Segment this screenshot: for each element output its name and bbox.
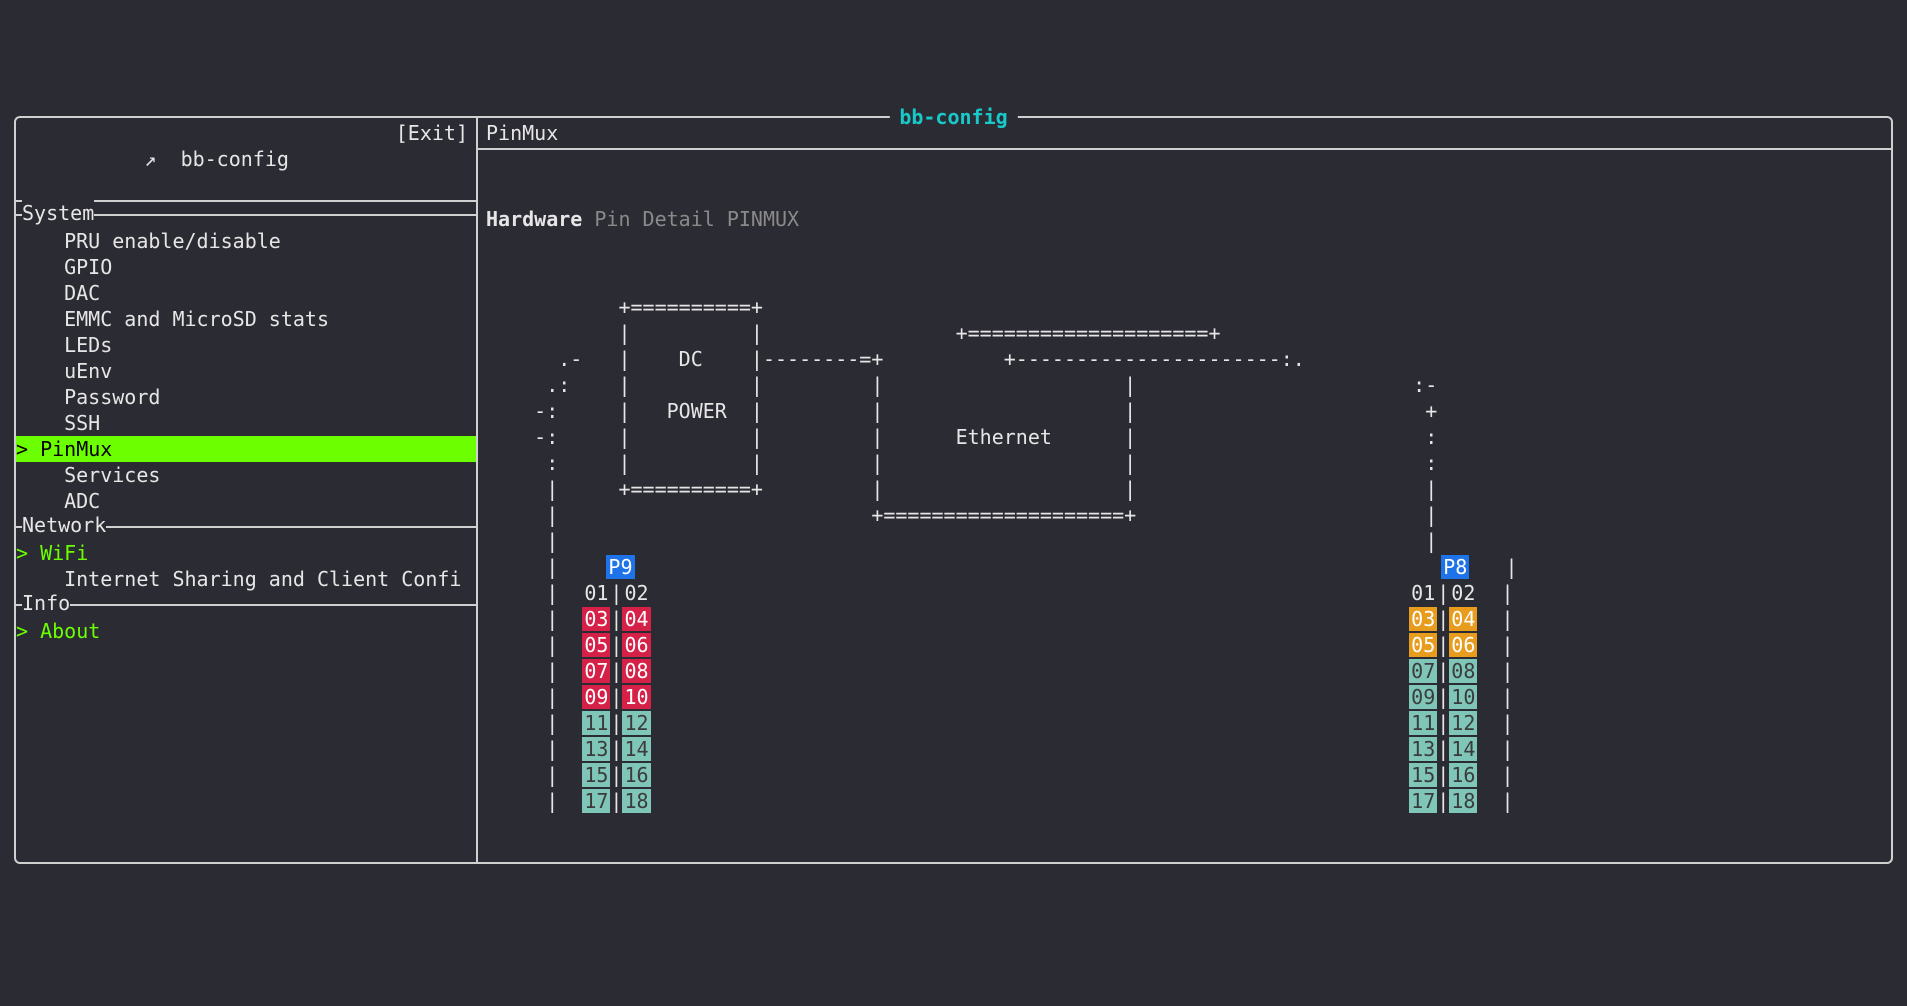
sidebar-item-leds[interactable]: LEDs [16, 332, 476, 358]
window-title: bb-config [889, 104, 1017, 130]
exit-button[interactable]: [Exit] [396, 120, 468, 198]
sidebar-item-password[interactable]: Password [16, 384, 476, 410]
section-label: Info [22, 590, 70, 616]
tab-pin-detail[interactable]: Pin Detail [594, 207, 714, 231]
section-label: Network [22, 512, 106, 538]
sidebar-item-emmc-and-microsd-stats[interactable]: EMMC and MicroSD stats [16, 306, 476, 332]
tab-hardware[interactable]: Hardware [486, 207, 582, 231]
tab-bar: Hardware Pin Detail PINMUX [486, 206, 1883, 232]
section-label: System [22, 200, 94, 226]
sidebar: ↗ bb-config [Exit] System PRU enable/dis… [16, 118, 478, 862]
sidebar-item-adc[interactable]: ADC [16, 488, 476, 514]
sidebar-item-services[interactable]: Services [16, 462, 476, 488]
main-panel: PinMux Hardware Pin Detail PINMUX +=====… [478, 118, 1891, 862]
section-header: Info [16, 604, 476, 606]
sidebar-item-dac[interactable]: DAC [16, 280, 476, 306]
sidebar-item-pinmux[interactable]: PinMux [16, 436, 476, 462]
sidebar-item-internet-sharing-and-client-confi[interactable]: Internet Sharing and Client Confi [16, 566, 476, 592]
section-header: Network [16, 526, 476, 528]
sidebar-menu: System PRU enable/disable GPIO DAC EMMC … [16, 202, 476, 644]
breadcrumb: bb-config [181, 147, 289, 171]
sidebar-item-gpio[interactable]: GPIO [16, 254, 476, 280]
sidebar-item-ssh[interactable]: SSH [16, 410, 476, 436]
hardware-diagram: +==========+ | | +====================+ … [486, 294, 1883, 814]
section-header: System [16, 214, 476, 216]
sidebar-item-about[interactable]: About [16, 618, 476, 644]
breadcrumb-up-icon[interactable]: ↗ [144, 147, 156, 171]
app-window: bb-config ↗ bb-config [Exit] System PRU … [14, 116, 1893, 864]
sidebar-breadcrumb-bar: ↗ bb-config [Exit] [16, 118, 476, 202]
sidebar-item-pru-enable-disable[interactable]: PRU enable/disable [16, 228, 476, 254]
sidebar-item-uenv[interactable]: uEnv [16, 358, 476, 384]
tab-pinmux[interactable]: PINMUX [727, 207, 799, 231]
sidebar-item-wifi[interactable]: WiFi [16, 540, 476, 566]
main-title: PinMux [478, 118, 1891, 150]
